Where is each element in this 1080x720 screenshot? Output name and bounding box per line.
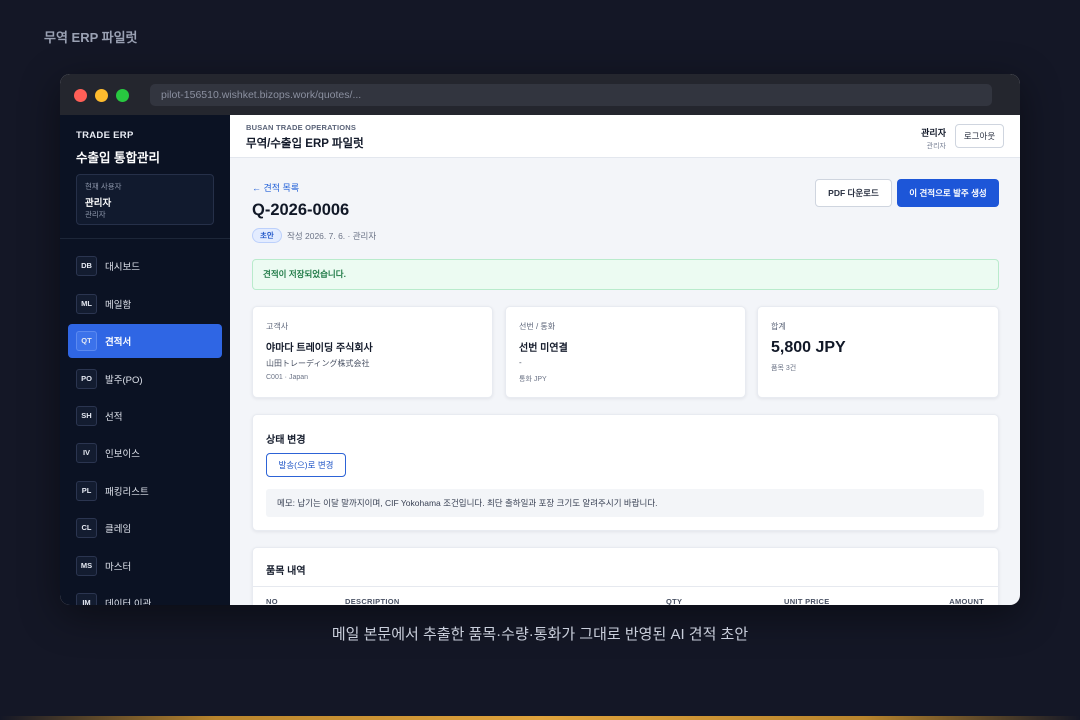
app-header: BUSAN TRADE OPERATIONS 무역/수출입 ERP 파일럿 관리… [230, 115, 1020, 158]
sidebar-item-shipment[interactable]: SH 선적 [68, 399, 222, 433]
current-user-role: 관리자 [85, 210, 106, 219]
current-user-card: 현재 사용자 관리자 관리자 [76, 174, 214, 225]
quote-number-title: Q-2026-0006 [252, 201, 350, 219]
data-migration-badge-icon: IM [76, 593, 97, 605]
item-count: 품목 3건 [771, 365, 797, 372]
sidebar-item-mailbox[interactable]: ML 메일함 [68, 287, 222, 321]
page-top-caption: 무역 ERP 파일럿 [44, 30, 138, 45]
bottom-caption: 메일 본문에서 추출한 품목·수량·통화가 그대로 반영된 AI 견적 초안 [331, 626, 749, 643]
browser-titlebar: pilot-156510.wishket.bizops.work/quotes/… [60, 74, 1020, 115]
browser-window: pilot-156510.wishket.bizops.work/quotes/… [60, 74, 1020, 605]
column-header-description[interactable]: DESCRIPTION [345, 597, 400, 605]
sidebar-item-packing-list[interactable]: PL 패킹리스트 [68, 474, 222, 508]
header-org-label: BUSAN TRADE OPERATIONS [246, 123, 357, 132]
address-bar[interactable]: pilot-156510.wishket.bizops.work/quotes/… [150, 84, 992, 106]
total-amount: 5,800 JPY [771, 339, 846, 356]
sidebar-item-label: 견적서 [105, 337, 132, 348]
save-success-alert: 견적이 저장되었습니다. [252, 259, 999, 290]
sidebar-item-purchase-order[interactable]: PO 발주(PO) [68, 362, 222, 396]
sidebar-item-master[interactable]: MS 마스터 [68, 549, 222, 583]
sidebar-item-label: 데이터 이관 [105, 599, 152, 605]
column-header-qty[interactable]: QTY [666, 597, 682, 605]
column-header-amount[interactable]: AMOUNT [949, 597, 984, 605]
quote-meta: 작성 2026. 7. 6. · 관리자 [287, 231, 377, 241]
sidebar-item-label: 패킹리스트 [105, 487, 149, 498]
vessel-currency-label: 선번 / 통화 [519, 322, 556, 331]
packing-list-badge-icon: PL [76, 481, 97, 501]
brand-small-label: TRADE ERP [76, 130, 134, 141]
header-user-info: 관리자 관리자 [921, 126, 946, 151]
vessel-status: 선번 미연결 [519, 343, 568, 354]
total-label: 합계 [771, 322, 786, 331]
sidebar-item-label: 선적 [105, 412, 123, 423]
current-user-name: 관리자 [85, 198, 112, 209]
invoice-badge-icon: IV [76, 443, 97, 463]
quotes-badge-icon: QT [76, 331, 97, 351]
sidebar-item-label: 대시보드 [105, 262, 140, 273]
customer-label: 고객사 [266, 322, 289, 331]
customer-name: 야마다 트레이딩 주식회사 [266, 343, 373, 354]
purchase-order-badge-icon: PO [76, 369, 97, 389]
column-header-no[interactable]: NO [266, 597, 278, 605]
header-app-title: 무역/수출입 ERP 파일럿 [246, 138, 364, 150]
customer-code-country: C001 · Japan [266, 374, 309, 381]
items-card: 품목 내역 NO DESCRIPTION QTY UNIT PRICE AMOU… [252, 547, 999, 605]
status-change-title: 상태 변경 [266, 435, 306, 446]
bottom-accent-bar [0, 716, 1080, 720]
back-to-quotes-link[interactable]: ← 견적 목록 [252, 181, 299, 194]
sidebar-divider [60, 238, 230, 239]
current-user-label: 현재 사용자 [85, 182, 122, 191]
minimize-window-dot-icon[interactable] [95, 89, 108, 102]
vessel-dash: - [519, 358, 522, 367]
sidebar-item-label: 마스터 [105, 562, 132, 573]
change-to-sent-button[interactable]: 발송(으)로 변경 [266, 453, 346, 477]
create-po-button[interactable]: 이 견적으로 발주 생성 [897, 179, 999, 207]
items-title: 품목 내역 [266, 566, 306, 577]
sidebar-item-dashboard[interactable]: DB 대시보드 [68, 249, 222, 283]
logout-button[interactable]: 로그아웃 [955, 124, 1004, 148]
main-content: ← 견적 목록 Q-2026-0006 초안 작성 2026. 7. 6. · … [230, 158, 1020, 605]
items-divider [253, 586, 998, 587]
claim-badge-icon: CL [76, 518, 97, 538]
close-window-dot-icon[interactable] [74, 89, 87, 102]
dashboard-badge-icon: DB [76, 256, 97, 276]
mailbox-badge-icon: ML [76, 294, 97, 314]
sidebar-item-label: 클레임 [105, 524, 132, 535]
total-card: 합계 5,800 JPY 품목 3건 [757, 306, 999, 398]
sidebar-item-label: 메일함 [105, 300, 132, 311]
master-badge-icon: MS [76, 556, 97, 576]
sidebar-item-data-migration[interactable]: IM 데이터 이관 [68, 586, 222, 605]
customer-name-local: 山田トレーディング株式会社 [266, 359, 370, 368]
customer-card: 고객사 야마다 트레이딩 주식회사 山田トレーディング株式会社 C001 · J… [252, 306, 493, 398]
sidebar-item-invoice[interactable]: IV 인보이스 [68, 436, 222, 470]
brand-title: 수출입 통합관리 [76, 151, 160, 165]
header-user-role: 관리자 [926, 143, 946, 150]
shipment-badge-icon: SH [76, 406, 97, 426]
currency-value: 통화 JPY [519, 376, 547, 383]
memo-text: 메모: 납기는 이달 말까지이며, CIF Yokohama 조건입니다. 최단… [266, 489, 984, 517]
sidebar-item-label: 인보이스 [105, 449, 140, 460]
header-user-name: 관리자 [921, 128, 946, 138]
status-change-card: 상태 변경 발송(으)로 변경 메모: 납기는 이달 말까지이며, CIF Yo… [252, 414, 999, 531]
sidebar-item-quotes[interactable]: QT 견적서 [68, 324, 222, 358]
sidebar-item-claim[interactable]: CL 클레임 [68, 511, 222, 545]
vessel-currency-card: 선번 / 통화 선번 미연결 - 통화 JPY [505, 306, 746, 398]
maximize-window-dot-icon[interactable] [116, 89, 129, 102]
sidebar-item-label: 발주(PO) [105, 375, 143, 386]
column-header-unit-price[interactable]: UNIT PRICE [784, 597, 830, 605]
status-badge: 초안 [252, 228, 282, 243]
sidebar: TRADE ERP 수출입 통합관리 현재 사용자 관리자 관리자 DB 대시보… [60, 115, 230, 605]
pdf-download-button[interactable]: PDF 다운로드 [815, 179, 892, 207]
